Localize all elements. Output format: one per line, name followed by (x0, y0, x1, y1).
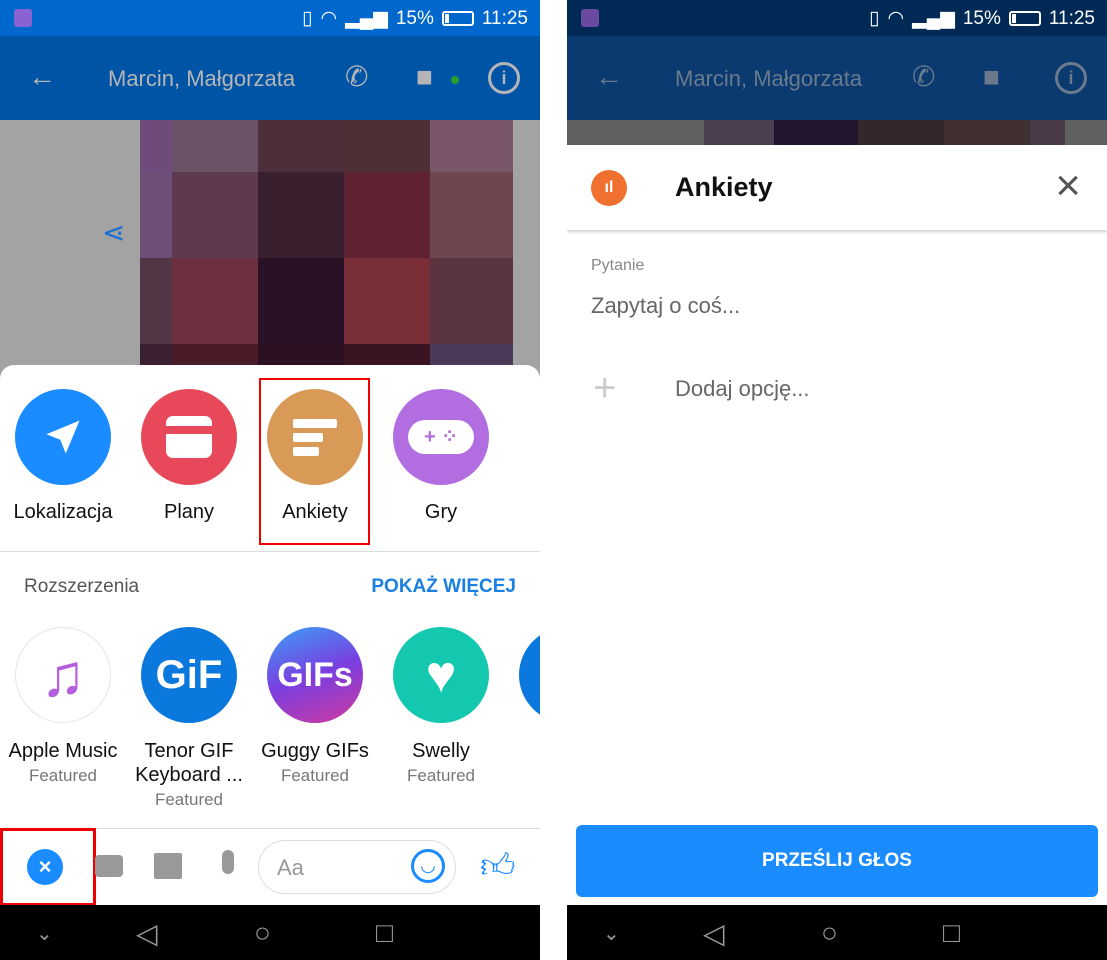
extension-sub: F (504, 766, 540, 786)
home-icon[interactable]: ○ (254, 917, 271, 949)
home-icon[interactable]: ○ (821, 917, 838, 949)
action-label: Plany (163, 501, 215, 523)
extension-name: Tenor GIF Keyboard ... (135, 740, 243, 786)
poll-header: ıl Ankiety × (567, 145, 1107, 230)
back-icon[interactable]: ◁ (703, 917, 725, 950)
extension-apple-music[interactable]: ♫ Apple Music Featured (0, 627, 126, 786)
question-label: Pytanie (591, 257, 645, 274)
info-icon[interactable]: i (488, 62, 520, 94)
submit-vote-button[interactable]: PRZEŚLIJ GŁOS (576, 825, 1098, 897)
android-nav-bar: ⌄ ◁ ○ □ (567, 905, 1107, 960)
back-arrow-icon: ← (595, 61, 623, 92)
left-screen: ▯ ◠ ▂▄▆ 15% 11:25 ← Marcin, Małgorzata ✆… (0, 0, 540, 960)
emoji-icon[interactable]: ◡ (411, 849, 445, 883)
recents-icon[interactable]: □ (943, 917, 960, 949)
microphone-icon[interactable] (222, 850, 234, 874)
battery-text: 15% (962, 7, 1001, 29)
clock: 11:25 (481, 7, 528, 29)
music-note-icon: ♫ (15, 627, 111, 723)
thumbs-up-icon[interactable]: 👍︎ (480, 846, 516, 887)
extension-name: Swelly (412, 740, 470, 762)
online-dot (451, 76, 459, 84)
close-icon[interactable]: × (27, 849, 63, 885)
status-bar: ▯ ◠ ▂▄▆ 15% 11:25 (0, 0, 540, 36)
plus-icon: + (593, 366, 617, 410)
guggy-logo: GIFs (267, 627, 363, 723)
extension-name: Apple Music (8, 740, 118, 762)
notification-icon (581, 9, 599, 27)
extension-sub: Featured (28, 766, 98, 785)
back-arrow-icon[interactable]: ← (28, 62, 56, 92)
action-label: Gry (424, 501, 458, 523)
extension-sub: Featured (280, 766, 350, 785)
pixelated-image[interactable] (140, 120, 513, 380)
notification-icon (14, 9, 32, 27)
extension-guggy[interactable]: GIFs Guggy GIFs Featured (252, 627, 378, 786)
video-icon: ■ (983, 61, 1000, 92)
divider (0, 551, 540, 552)
info-icon: i (1055, 62, 1087, 94)
video-icon[interactable]: ■ (416, 62, 433, 92)
recents-icon[interactable]: □ (376, 917, 393, 949)
message-input[interactable]: Aa ◡ (258, 840, 456, 894)
clock: 11:25 (1048, 7, 1095, 29)
extension-partial[interactable]: G F (504, 627, 540, 786)
message-placeholder: Aa (277, 855, 304, 880)
signal-icon: ▂▄▆ (912, 8, 955, 29)
battery-icon (441, 11, 474, 26)
signal-icon: ▂▄▆ (345, 8, 388, 29)
phone-icon[interactable]: ✆ (345, 62, 368, 92)
add-option-input[interactable]: Dodaj opcję... (675, 376, 1075, 402)
extension-sub: Featured (406, 766, 476, 785)
extension-sub: Featured (154, 790, 224, 809)
calendar-icon (141, 389, 237, 485)
extension-name: Guggy GIFs (261, 740, 369, 762)
chevron-down-icon[interactable]: ⌄ (603, 921, 620, 946)
camera-icon[interactable] (95, 855, 123, 877)
phone-icon: ✆ (912, 61, 936, 92)
action-plans[interactable]: Plany (129, 389, 249, 524)
battery-icon (1008, 11, 1041, 26)
question-input[interactable]: Zapytaj o coś... (591, 293, 1081, 319)
chevron-down-icon[interactable]: ⌄ (36, 921, 53, 946)
whale-icon: ♥ (393, 627, 489, 723)
extensions-heading: Rozszerzenia (24, 576, 140, 597)
share-icon[interactable]: ⋖ (102, 216, 125, 249)
dimmed-chat (567, 120, 1107, 145)
close-icon[interactable]: × (1055, 161, 1081, 211)
extension-tenor[interactable]: GiF Tenor GIF Keyboard ... Featured (126, 627, 252, 810)
poll-icon: ıl (591, 170, 627, 206)
composer-bar: × Aa ◡ 👍︎ (0, 828, 540, 906)
action-location[interactable]: Lokalizacja (3, 389, 123, 524)
location-icon (15, 389, 111, 485)
conversation-title: Marcin, Małgorzata (675, 66, 863, 91)
wifi-icon: ◠ (887, 8, 905, 29)
android-nav-bar: ⌄ ◁ ○ □ (0, 905, 540, 960)
extension-swelly[interactable]: ♥ Swelly Featured (378, 627, 504, 786)
tenor-logo: GiF (141, 627, 237, 723)
show-more-link[interactable]: POKAŻ WIĘCEJ (371, 576, 516, 598)
conversation-header: ← Marcin, Małgorzata ✆ ■ i (0, 36, 540, 120)
battery-text: 15% (395, 7, 434, 29)
more-actions-sheet: Lokalizacja Plany Ankiety + ⁘ Gry Rozsze… (0, 365, 540, 906)
chat-area: ⋖ (0, 120, 540, 380)
vibrate-icon: ▯ (302, 8, 313, 29)
conversation-header: ← Marcin, Małgorzata ✆ ■ i (567, 36, 1107, 120)
status-bar: ▯ ◠ ▂▄▆ 15% 11:25 (567, 0, 1107, 36)
action-games[interactable]: + ⁘ Gry (381, 389, 501, 524)
image-icon[interactable] (154, 853, 182, 879)
extension-logo (519, 627, 540, 723)
highlight-box (259, 378, 370, 545)
action-label: Lokalizacja (13, 501, 113, 523)
right-screen: ▯ ◠ ▂▄▆ 15% 11:25 ← Marcin, Małgorzata ✆… (567, 0, 1107, 960)
extension-name: G (504, 739, 540, 763)
conversation-title: Marcin, Małgorzata (108, 66, 296, 91)
wifi-icon: ◠ (320, 8, 338, 29)
back-icon[interactable]: ◁ (136, 917, 158, 950)
poll-title: Ankiety (675, 172, 773, 202)
vibrate-icon: ▯ (869, 8, 880, 29)
gamepad-icon: + ⁘ (393, 389, 489, 485)
